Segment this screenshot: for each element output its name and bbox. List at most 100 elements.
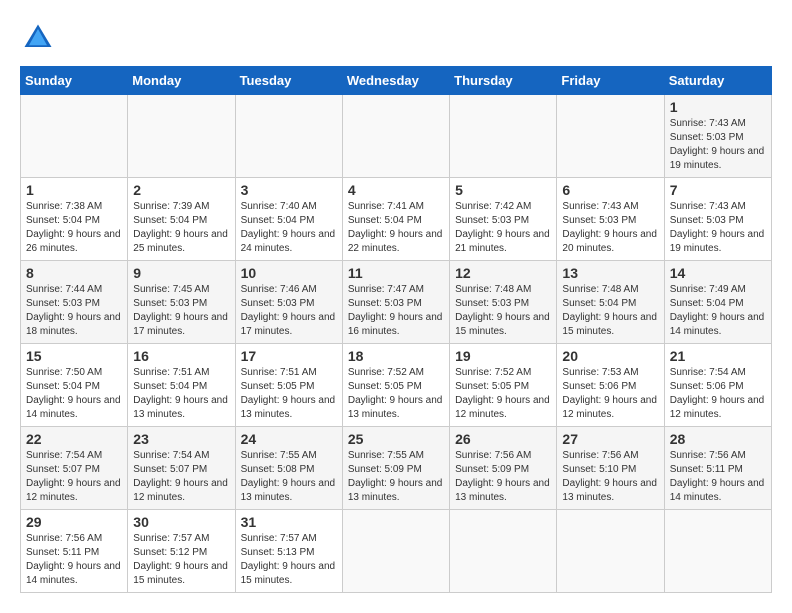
day-number: 20 xyxy=(562,348,658,364)
day-detail: Sunrise: 7:43 AMSunset: 5:03 PMDaylight:… xyxy=(670,200,766,256)
calendar-cell xyxy=(342,510,449,593)
calendar-cell: 23 Sunrise: 7:54 AMSunset: 5:07 PMDayligh… xyxy=(128,427,235,510)
calendar-cell: 10 Sunrise: 7:46 AMSunset: 5:03 PMDayligh… xyxy=(235,261,342,344)
calendar-cell xyxy=(557,95,664,178)
calendar-cell: 19 Sunrise: 7:52 AMSunset: 5:05 PMDayligh… xyxy=(450,344,557,427)
calendar-cell: 26 Sunrise: 7:56 AMSunset: 5:09 PMDayligh… xyxy=(450,427,557,510)
day-detail: Sunrise: 7:57 AMSunset: 5:13 PMDaylight:… xyxy=(241,532,337,588)
calendar-cell: 30Sunrise: 7:57 AMSunset: 5:12 PMDayligh… xyxy=(128,510,235,593)
calendar-cell xyxy=(342,95,449,178)
day-detail: Sunrise: 7:49 AMSunset: 5:04 PMDaylight:… xyxy=(670,283,766,339)
day-number: 29 xyxy=(26,514,122,530)
day-number: 27 xyxy=(562,431,658,447)
day-detail: Sunrise: 7:44 AMSunset: 5:03 PMDaylight:… xyxy=(26,283,122,339)
day-detail: Sunrise: 7:51 AMSunset: 5:04 PMDaylight:… xyxy=(133,366,229,422)
calendar-cell: 5 Sunrise: 7:42 AMSunset: 5:03 PMDaylight… xyxy=(450,178,557,261)
day-detail: Sunrise: 7:46 AMSunset: 5:03 PMDaylight:… xyxy=(241,283,337,339)
calendar-cell: 1 Sunrise: 7:43 AMSunset: 5:03 PMDaylight… xyxy=(664,95,771,178)
day-number: 17 xyxy=(241,348,337,364)
day-detail: Sunrise: 7:40 AMSunset: 5:04 PMDaylight:… xyxy=(241,200,337,256)
logo-icon xyxy=(20,20,56,56)
day-number: 11 xyxy=(348,265,444,281)
calendar-cell: 11Sunrise: 7:47 AMSunset: 5:03 PMDayligh… xyxy=(342,261,449,344)
day-detail: Sunrise: 7:48 AMSunset: 5:04 PMDaylight:… xyxy=(562,283,658,339)
day-detail: Sunrise: 7:51 AMSunset: 5:05 PMDaylight:… xyxy=(241,366,337,422)
day-number: 23 xyxy=(133,431,229,447)
logo xyxy=(20,20,62,56)
calendar-cell: 24Sunrise: 7:55 AMSunset: 5:08 PMDayligh… xyxy=(235,427,342,510)
calendar-cell: 9 Sunrise: 7:45 AMSunset: 5:03 PMDaylight… xyxy=(128,261,235,344)
calendar-cell: 22 Sunrise: 7:54 AMSunset: 5:07 PMDayligh… xyxy=(21,427,128,510)
weekday-header-wednesday: Wednesday xyxy=(342,67,449,95)
day-detail: Sunrise: 7:39 AMSunset: 5:04 PMDaylight:… xyxy=(133,200,229,256)
calendar-cell: 25Sunrise: 7:55 AMSunset: 5:09 PMDayligh… xyxy=(342,427,449,510)
day-number: 12 xyxy=(455,265,551,281)
day-number: 13 xyxy=(562,265,658,281)
day-detail: Sunrise: 7:55 AMSunset: 5:09 PMDaylight:… xyxy=(348,449,444,505)
calendar-cell xyxy=(21,95,128,178)
calendar-cell: 4Sunrise: 7:41 AMSunset: 5:04 PMDaylight… xyxy=(342,178,449,261)
calendar-cell: 8 Sunrise: 7:44 AMSunset: 5:03 PMDaylight… xyxy=(21,261,128,344)
day-detail: Sunrise: 7:43 AMSunset: 5:03 PMDaylight:… xyxy=(562,200,658,256)
calendar-cell: 17 Sunrise: 7:51 AMSunset: 5:05 PMDayligh… xyxy=(235,344,342,427)
day-number: 14 xyxy=(670,265,766,281)
day-number: 1 xyxy=(26,182,122,198)
day-number: 15 xyxy=(26,348,122,364)
day-number: 10 xyxy=(241,265,337,281)
weekday-header-tuesday: Tuesday xyxy=(235,67,342,95)
calendar-cell xyxy=(450,510,557,593)
calendar-cell: 18Sunrise: 7:52 AMSunset: 5:05 PMDayligh… xyxy=(342,344,449,427)
day-detail: Sunrise: 7:42 AMSunset: 5:03 PMDaylight:… xyxy=(455,200,551,256)
calendar-cell xyxy=(557,510,664,593)
calendar-cell: 14 Sunrise: 7:49 AMSunset: 5:04 PMDayligh… xyxy=(664,261,771,344)
calendar-cell xyxy=(235,95,342,178)
day-detail: Sunrise: 7:55 AMSunset: 5:08 PMDaylight:… xyxy=(241,449,337,505)
day-number: 26 xyxy=(455,431,551,447)
calendar-cell: 15 Sunrise: 7:50 AMSunset: 5:04 PMDayligh… xyxy=(21,344,128,427)
calendar-table: SundayMondayTuesdayWednesdayThursdayFrid… xyxy=(20,66,772,593)
day-detail: Sunrise: 7:54 AMSunset: 5:07 PMDaylight:… xyxy=(133,449,229,505)
day-number: 6 xyxy=(562,182,658,198)
day-detail: Sunrise: 7:56 AMSunset: 5:11 PMDaylight:… xyxy=(26,532,122,588)
calendar-cell: 6 Sunrise: 7:43 AMSunset: 5:03 PMDaylight… xyxy=(557,178,664,261)
day-detail: Sunrise: 7:57 AMSunset: 5:12 PMDaylight:… xyxy=(133,532,229,588)
calendar-cell: 13 Sunrise: 7:48 AMSunset: 5:04 PMDayligh… xyxy=(557,261,664,344)
day-number: 16 xyxy=(133,348,229,364)
day-number: 9 xyxy=(133,265,229,281)
calendar-cell: 12 Sunrise: 7:48 AMSunset: 5:03 PMDayligh… xyxy=(450,261,557,344)
calendar-cell xyxy=(450,95,557,178)
day-number: 31 xyxy=(241,514,337,530)
day-detail: Sunrise: 7:56 AMSunset: 5:11 PMDaylight:… xyxy=(670,449,766,505)
day-detail: Sunrise: 7:52 AMSunset: 5:05 PMDaylight:… xyxy=(455,366,551,422)
day-detail: Sunrise: 7:54 AMSunset: 5:07 PMDaylight:… xyxy=(26,449,122,505)
day-detail: Sunrise: 7:56 AMSunset: 5:10 PMDaylight:… xyxy=(562,449,658,505)
day-number: 28 xyxy=(670,431,766,447)
day-number: 8 xyxy=(26,265,122,281)
calendar-cell: 28 Sunrise: 7:56 AMSunset: 5:11 PMDayligh… xyxy=(664,427,771,510)
weekday-header-monday: Monday xyxy=(128,67,235,95)
calendar-cell: 20Sunrise: 7:53 AMSunset: 5:06 PMDayligh… xyxy=(557,344,664,427)
day-detail: Sunrise: 7:45 AMSunset: 5:03 PMDaylight:… xyxy=(133,283,229,339)
day-number: 1 xyxy=(670,99,766,115)
weekday-header-sunday: Sunday xyxy=(21,67,128,95)
day-number: 22 xyxy=(26,431,122,447)
calendar-cell: 2Sunrise: 7:39 AMSunset: 5:04 PMDaylight… xyxy=(128,178,235,261)
day-number: 7 xyxy=(670,182,766,198)
weekday-header-friday: Friday xyxy=(557,67,664,95)
day-detail: Sunrise: 7:56 AMSunset: 5:09 PMDaylight:… xyxy=(455,449,551,505)
calendar-cell: 16 Sunrise: 7:51 AMSunset: 5:04 PMDayligh… xyxy=(128,344,235,427)
calendar-cell xyxy=(664,510,771,593)
day-number: 5 xyxy=(455,182,551,198)
day-number: 21 xyxy=(670,348,766,364)
calendar-cell: 31 Sunrise: 7:57 AMSunset: 5:13 PMDayligh… xyxy=(235,510,342,593)
day-detail: Sunrise: 7:50 AMSunset: 5:04 PMDaylight:… xyxy=(26,366,122,422)
day-detail: Sunrise: 7:48 AMSunset: 5:03 PMDaylight:… xyxy=(455,283,551,339)
day-number: 4 xyxy=(348,182,444,198)
day-number: 19 xyxy=(455,348,551,364)
calendar-cell: 21Sunrise: 7:54 AMSunset: 5:06 PMDayligh… xyxy=(664,344,771,427)
day-number: 3 xyxy=(241,182,337,198)
day-number: 18 xyxy=(348,348,444,364)
day-detail: Sunrise: 7:43 AMSunset: 5:03 PMDaylight:… xyxy=(670,117,766,173)
weekday-header-saturday: Saturday xyxy=(664,67,771,95)
calendar-cell: 1Sunrise: 7:38 AMSunset: 5:04 PMDaylight… xyxy=(21,178,128,261)
